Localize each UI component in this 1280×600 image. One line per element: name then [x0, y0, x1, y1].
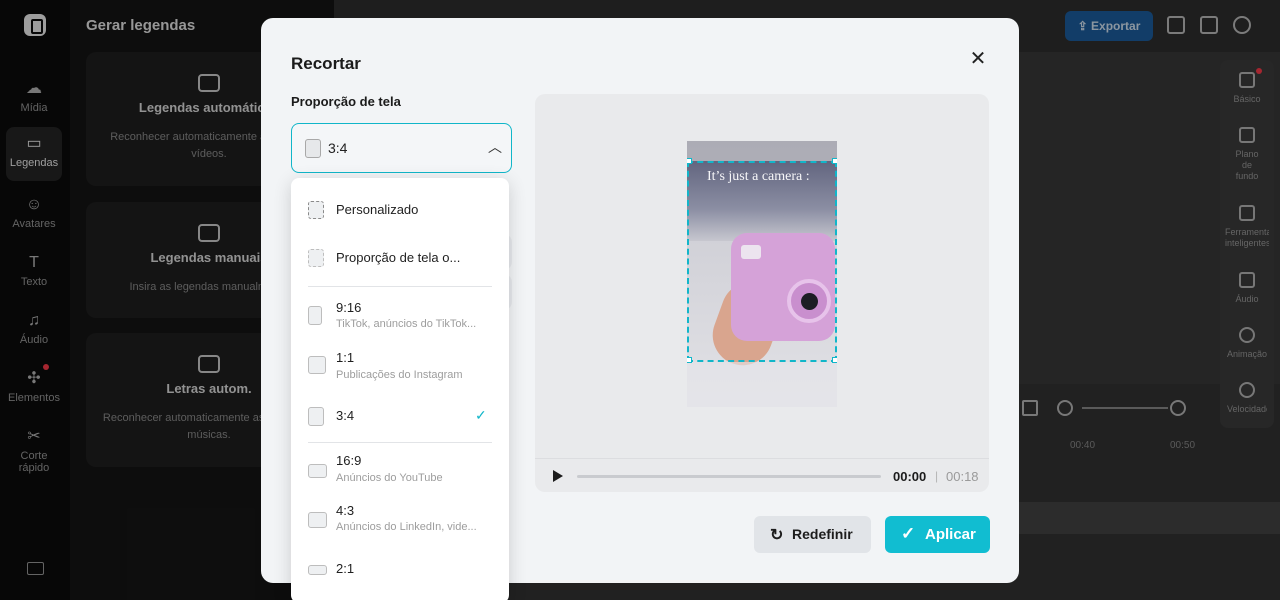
option-label: 16:9 [336, 453, 362, 468]
ratio-16-9-icon [308, 464, 327, 478]
custom-crop-icon [308, 201, 324, 219]
close-icon[interactable]: ✕ [967, 48, 989, 70]
crop-handle-top-left[interactable] [687, 158, 692, 164]
video-frame: It’s just a camera : [687, 141, 837, 407]
option-2-1[interactable]: 2:1 [291, 546, 509, 594]
chevron-up-icon: ︿ [488, 139, 502, 155]
ratio-4-3-icon [308, 512, 327, 528]
option-label: Personalizado [336, 202, 419, 217]
ratio-3-4-icon [308, 407, 324, 426]
option-4-3[interactable]: 4:3 Anúncios do LinkedIn, vide... [291, 494, 509, 546]
app-window: ☁ Mídia ▭ Legendas ☺ Avatares T Texto ♫ … [0, 0, 1280, 600]
option-label: 1:1 [336, 350, 355, 365]
option-label: 9:16 [336, 300, 362, 315]
aspect-ratio-select[interactable]: 3:4 ︿ [291, 123, 512, 173]
selected-ratio: 3:4 [328, 140, 348, 156]
option-original[interactable]: Proporção de tela o... [291, 234, 509, 282]
crop-preview: It’s just a camera : 00:00 | 00:18 [535, 94, 989, 492]
divider [308, 286, 492, 287]
time-separator: | [935, 469, 939, 483]
crop-handle-top-right[interactable] [832, 158, 837, 164]
option-label: 2:1 [336, 561, 355, 576]
option-subtitle: Publicações do Instagram [336, 369, 463, 381]
playback-scrubber[interactable] [577, 475, 881, 478]
crop-mask-top [687, 141, 837, 161]
crop-rectangle[interactable] [687, 161, 837, 362]
reset-icon: ↻ [770, 527, 784, 544]
option-subtitle: Anúncios do YouTube [336, 472, 443, 484]
crop-handle-bottom-left[interactable] [687, 357, 692, 363]
option-label: 3:4 [336, 408, 355, 423]
play-icon[interactable] [553, 470, 563, 482]
option-personalizado[interactable]: Personalizado [291, 186, 509, 234]
option-3-4[interactable]: 3:4 ✓ [291, 392, 509, 440]
ratio-2-1-icon [308, 565, 327, 575]
option-1-1[interactable]: 1:1 Publicações do Instagram [291, 342, 509, 394]
option-label: Proporção de tela o... [336, 250, 461, 265]
aspect-ratio-label: Proporção de tela [291, 94, 401, 109]
video-player-controls: 00:00 | 00:18 [535, 458, 989, 492]
option-9-16[interactable]: 9:16 TikTok, anúncios do TikTok... [291, 290, 509, 342]
divider [308, 442, 492, 443]
ratio-portrait-icon [305, 139, 321, 158]
checkmark-icon: ✓ [901, 524, 916, 543]
aspect-ratio-dropdown: Personalizado Proporção de tela o... 9:1… [291, 178, 509, 600]
crop-dialog: Recortar ✕ Proporção de tela 3:4 ︿ Perso… [261, 18, 1019, 600]
current-time: 00:00 [893, 469, 927, 484]
apply-button[interactable]: ✓ Aplicar [885, 516, 990, 553]
total-duration: 00:18 [946, 469, 979, 484]
ratio-1-1-icon [308, 356, 326, 374]
checkmark-icon: ✓ [475, 407, 487, 423]
option-subtitle: Anúncios do LinkedIn, vide... [336, 521, 477, 533]
reset-label: Redefinir [792, 526, 853, 542]
crop-handle-bottom-right[interactable] [832, 357, 837, 363]
option-subtitle: TikTok, anúncios do TikTok... [336, 318, 477, 330]
crop-mask-bottom [687, 362, 837, 407]
apply-label: Aplicar [925, 526, 976, 543]
ratio-9-16-icon [308, 306, 322, 325]
reset-button[interactable]: ↻ Redefinir [754, 516, 871, 553]
dialog-title: Recortar [291, 54, 361, 73]
option-label: 4:3 [336, 503, 355, 518]
original-ratio-icon [308, 249, 324, 267]
option-16-9[interactable]: 16:9 Anúncios do YouTube [291, 444, 509, 496]
